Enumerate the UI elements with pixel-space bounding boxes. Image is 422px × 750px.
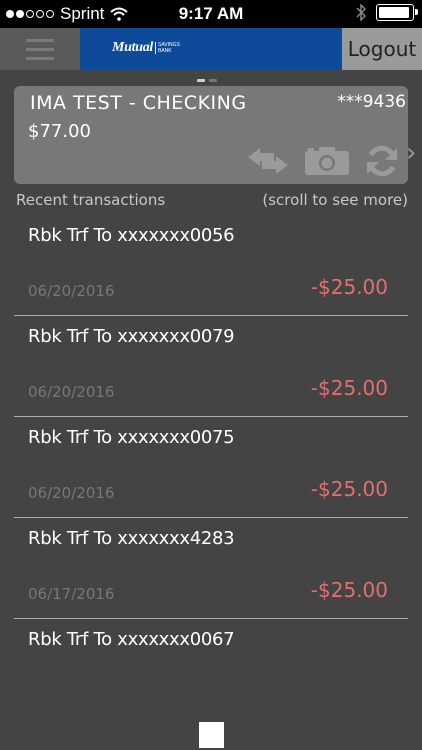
logo-subtitle: SAVINGS BANK: [155, 42, 180, 54]
account-balance: $77.00: [28, 121, 91, 142]
status-right: [356, 4, 418, 21]
transaction-row[interactable]: Rbk Trf To xxxxxxx4283 06/17/2016 -$25.0…: [14, 518, 408, 619]
transaction-description: Rbk Trf To xxxxxxx4283: [28, 528, 235, 549]
transaction-row[interactable]: Rbk Trf To xxxxxxx0067: [14, 619, 408, 720]
bank-logo: Mutual SAVINGS BANK: [112, 40, 180, 56]
camera-icon[interactable]: [304, 146, 350, 176]
logout-button[interactable]: Logout: [342, 28, 422, 70]
logo-name: Mutual: [112, 40, 153, 55]
account-pager[interactable]: [197, 79, 217, 82]
transaction-amount: -$25.00: [310, 578, 388, 602]
account-number: ***9436: [337, 92, 406, 112]
chevron-right-icon[interactable]: ›: [406, 140, 416, 166]
transfer-icon[interactable]: [246, 147, 290, 175]
transaction-amount: -$25.00: [310, 275, 388, 299]
transaction-description: Rbk Trf To xxxxxxx0056: [28, 225, 235, 246]
menu-button[interactable]: [0, 28, 80, 70]
logo-sub-bank: BANK: [158, 48, 172, 54]
transaction-row[interactable]: Rbk Trf To xxxxxxx0075 06/20/2016 -$25.0…: [14, 417, 408, 518]
transaction-row[interactable]: Rbk Trf To xxxxxxx0079 06/20/2016 -$25.0…: [14, 316, 408, 417]
transaction-description: Rbk Trf To xxxxxxx0079: [28, 326, 235, 347]
transaction-description: Rbk Trf To xxxxxxx0067: [28, 629, 235, 650]
transaction-date: 06/20/2016: [28, 484, 115, 502]
bluetooth-icon: [356, 4, 366, 21]
transaction-row[interactable]: Rbk Trf To xxxxxxx0056 06/20/2016 -$25.0…: [14, 215, 408, 316]
transaction-date: 06/20/2016: [28, 383, 115, 401]
account-card[interactable]: IMA TEST - CHECKING ***9436 $77.00: [14, 86, 408, 184]
app-header: Mutual SAVINGS BANK Logout: [0, 28, 422, 70]
transaction-amount: -$25.00: [310, 477, 388, 501]
battery-icon: [376, 4, 418, 21]
transaction-description: Rbk Trf To xxxxxxx0075: [28, 427, 235, 448]
refresh-icon[interactable]: [364, 144, 400, 178]
account-actions: [246, 144, 400, 178]
scroll-hint: (scroll to see more): [262, 191, 408, 209]
bottom-handle[interactable]: [199, 722, 224, 748]
pager-dot[interactable]: [209, 79, 217, 82]
account-name: IMA TEST - CHECKING: [30, 92, 247, 114]
transaction-date: 06/20/2016: [28, 282, 115, 300]
bank-logo-area: Mutual SAVINGS BANK: [80, 28, 342, 70]
menu-icon: [26, 39, 54, 60]
transaction-amount: -$25.00: [310, 376, 388, 400]
pager-dot-active[interactable]: [197, 79, 205, 82]
recent-transactions-label: Recent transactions: [16, 191, 166, 209]
transaction-date: 06/17/2016: [28, 585, 115, 603]
status-bar: Sprint 9:17 AM: [0, 0, 422, 28]
